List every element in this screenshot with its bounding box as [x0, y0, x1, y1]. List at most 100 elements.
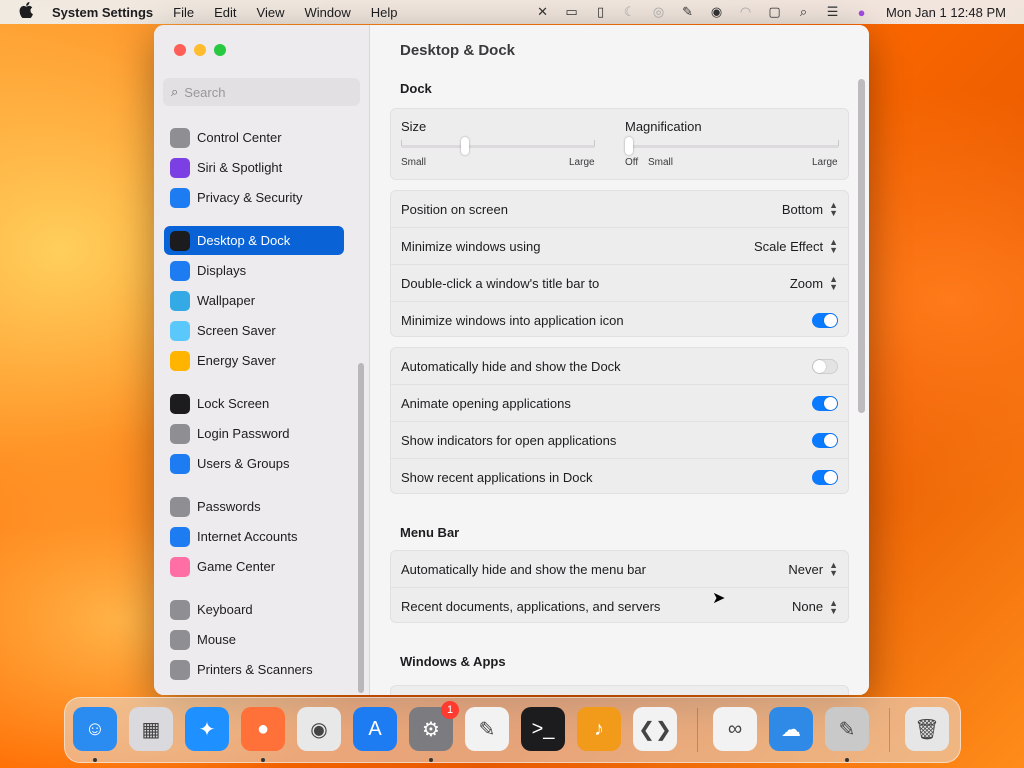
setting-popup-button[interactable]: None ▲ ▼	[792, 597, 838, 616]
sidebar-item-control-center[interactable]: Control Center	[164, 123, 344, 152]
minimize-window-button[interactable]	[194, 44, 206, 56]
sidebar-item-label: Mouse	[197, 632, 237, 647]
menu-bar-clock[interactable]: Mon Jan 1 12:48 PM	[886, 5, 1006, 20]
moon-icon[interactable]: ☾	[615, 4, 644, 20]
siri-icon[interactable]: ●	[847, 5, 876, 20]
spotlight-search-icon[interactable]: ⌕	[789, 4, 818, 20]
chevron-up-down-icon: ▲ ▼	[829, 274, 838, 292]
setting-label: Minimize windows using	[401, 238, 541, 254]
sidebar-item-keyboard[interactable]: Keyboard	[164, 595, 344, 624]
setting-row: Automatically hide and show the Dock	[391, 348, 848, 385]
sidebar-item-users-groups[interactable]: Users & Groups	[164, 449, 344, 478]
apple-menu-icon[interactable]	[0, 2, 52, 22]
setting-popup-button[interactable]: Zoom ▲ ▼	[790, 274, 838, 292]
windows-icon[interactable]: ▢	[760, 4, 789, 20]
sidebar-item-label: Control Center	[197, 130, 282, 145]
sidebar: ⌕ Search Control Center Siri & Spotlight P…	[154, 25, 370, 695]
size-slider-track[interactable]	[401, 145, 595, 148]
system-settings-icon[interactable]: ⚙ 1	[409, 701, 459, 751]
zoom-window-button[interactable]	[214, 44, 226, 56]
app-store-icon[interactable]: A	[353, 707, 397, 751]
setting-toggle[interactable]	[812, 358, 838, 374]
search-field[interactable]: ⌕ Search	[163, 78, 360, 106]
weather-icon[interactable]: ☁	[769, 707, 813, 751]
sidebar-item-label: Users & Groups	[197, 456, 290, 471]
sidebar-item-login-password[interactable]: Login Password	[164, 419, 344, 448]
sidebar-item-mouse[interactable]: Mouse	[164, 625, 344, 654]
sidebar-item-privacy-security[interactable]: Privacy & Security	[164, 183, 344, 212]
keyboard-icon	[170, 599, 190, 620]
setting-popup-button[interactable]: Scale Effect ▲ ▼	[753, 238, 838, 255]
chevron-up-down-icon: ▲ ▼	[829, 560, 838, 578]
garageband-icon[interactable]: ♪	[577, 707, 621, 751]
vscode-icon[interactable]: ❮❯	[633, 707, 677, 751]
chevron-up-down-icon: ▲ ▼	[829, 597, 838, 616]
menu-bar: System Settings File Edit View Window He…	[0, 0, 1024, 24]
trash-icon[interactable]: 🗑	[905, 707, 949, 751]
pen-icon[interactable]: ✎	[673, 4, 702, 20]
setting-toggle[interactable]	[812, 313, 838, 328]
firefox-icon[interactable]: ●	[241, 707, 285, 751]
sidebar-item-energy-saver[interactable]: Energy Saver	[164, 346, 344, 375]
sidebar-item-screen-saver[interactable]: Screen Saver	[164, 316, 344, 345]
sidebar-item-internet-accounts[interactable]: Internet Accounts	[164, 522, 344, 551]
close-window-button[interactable]	[174, 44, 186, 56]
wifi-icon[interactable]: ◠	[731, 4, 760, 20]
control-center-icon[interactable]: ☰	[818, 4, 847, 20]
accessibility-icon[interactable]: ◎	[644, 4, 673, 20]
sidebar-item-game-center[interactable]: Game Center	[164, 552, 344, 581]
menu-file[interactable]: File	[173, 5, 194, 20]
sidebar-item-label: Screen Saver	[197, 323, 276, 338]
chrome-icon[interactable]: ◉	[297, 707, 341, 751]
setting-popup-button[interactable]: Never ▲ ▼	[788, 560, 838, 578]
sidebar-item-siri-spotlight[interactable]: Siri & Spotlight	[164, 153, 344, 182]
launchpad-icon[interactable]: ▦	[129, 707, 173, 751]
section-title-windows-apps: Windows & Apps	[400, 654, 506, 669]
safari-icon[interactable]: ✦	[185, 707, 229, 751]
menu-window[interactable]: Window	[304, 5, 350, 20]
sidebar-item-printers-scanners[interactable]: Printers & Scanners	[164, 655, 344, 684]
magnification-slider-thumb[interactable]	[625, 137, 633, 155]
sidebar-item-label: Game Center	[197, 559, 276, 574]
textedit-icon[interactable]: ✎	[465, 707, 509, 751]
sidebar-item-wallpaper[interactable]: Wallpaper	[164, 286, 344, 315]
finder-icon[interactable]: ☺	[73, 707, 117, 751]
section-title-menu-bar: Menu Bar	[400, 525, 460, 540]
app-name-menu[interactable]: System Settings	[52, 5, 153, 20]
bulb-icon	[170, 350, 190, 371]
lock-icon	[170, 393, 190, 414]
menu-edit[interactable]: Edit	[214, 5, 236, 20]
dock-icon	[170, 230, 190, 251]
setting-toggle[interactable]	[812, 395, 838, 411]
game-center-icon	[170, 556, 190, 577]
sidebar-item-displays[interactable]: Displays	[164, 256, 344, 285]
menu-bar-group: Automatically hide and show the menu bar…	[390, 550, 849, 623]
mute-icon[interactable]: ✕	[528, 4, 557, 20]
terminal-icon[interactable]: >_	[521, 707, 565, 751]
sidebar-item-desktop-dock[interactable]: Desktop & Dock	[164, 226, 344, 255]
sidebar-item-label: Energy Saver	[197, 353, 276, 368]
sidebar-item-passwords[interactable]: Passwords	[164, 492, 344, 521]
screen-saver-icon	[170, 320, 190, 341]
content-scrollbar[interactable]	[858, 79, 865, 413]
script-editor-icon[interactable]: ✎	[825, 707, 869, 751]
setting-label: Animate opening applications	[401, 395, 571, 411]
popup-value: Scale Effect	[753, 238, 824, 254]
size-slider-thumb[interactable]	[461, 137, 470, 155]
search-placeholder: Search	[184, 84, 226, 100]
stage-manager-icon[interactable]: ▯	[586, 4, 615, 20]
sidebar-scrollbar[interactable]	[358, 363, 364, 693]
visual-studio-icon[interactable]: ∞	[713, 707, 757, 751]
magnification-slider-tick	[838, 140, 839, 146]
menu-view[interactable]: View	[257, 5, 285, 20]
setting-popup-button[interactable]: Bottom ▲ ▼	[782, 201, 838, 218]
user-icon[interactable]: ◉	[702, 4, 731, 20]
setting-row: Double-click a window's title bar to Zoom…	[391, 265, 848, 302]
sidebar-item-lock-screen[interactable]: Lock Screen	[164, 389, 344, 418]
screen-mirror-icon[interactable]: ▭	[557, 4, 586, 20]
setting-toggle[interactable]	[812, 432, 838, 448]
setting-toggle[interactable]	[812, 470, 838, 485]
menu-help[interactable]: Help	[371, 5, 398, 20]
sidebar-item-label: Displays	[197, 263, 247, 278]
magnification-slider-track[interactable]	[625, 145, 839, 148]
